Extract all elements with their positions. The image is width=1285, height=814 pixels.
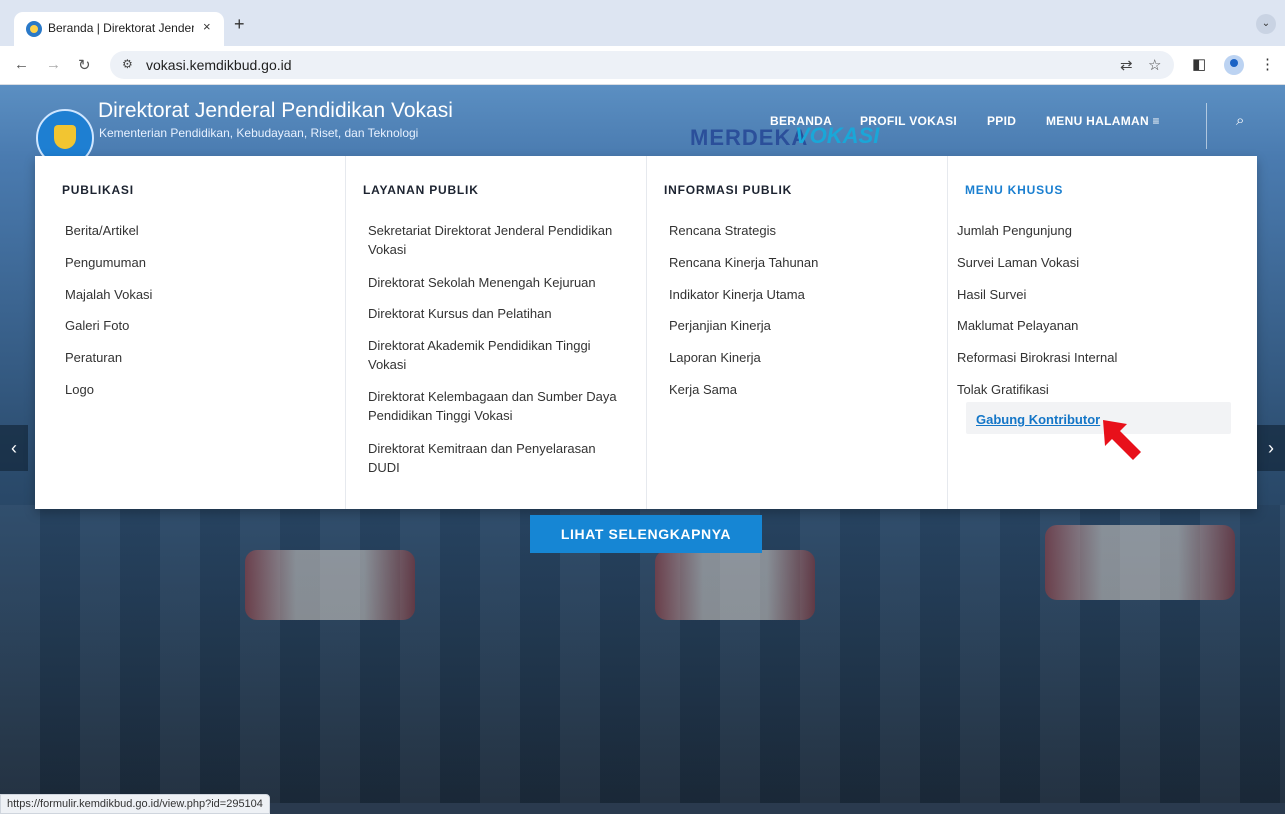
browser-tab-strip: Beranda | Direktorat Jenderal × + ⌄: [0, 0, 1285, 46]
menu-item-galeri[interactable]: Galeri Foto: [65, 316, 129, 335]
menu-item-laporan[interactable]: Laporan Kinerja: [669, 348, 761, 367]
nav-beranda[interactable]: BERANDA: [770, 114, 832, 128]
menu-item-pengumuman[interactable]: Pengumuman: [65, 253, 146, 272]
nav-menu-halaman[interactable]: MENU HALAMAN ≡: [1046, 114, 1160, 128]
hero-image-drum: [245, 550, 415, 620]
sidepanel-icon[interactable]: ◧: [1192, 55, 1206, 73]
tab-title: Beranda | Direktorat Jenderal: [48, 21, 194, 35]
hero-image-drum: [1045, 525, 1235, 600]
menu-item-kerjasama[interactable]: Kerja Sama: [669, 380, 737, 399]
page-viewport: Direktorat Jenderal Pendidikan Vokasi Ke…: [0, 85, 1285, 803]
menu-item-logo[interactable]: Logo: [65, 380, 94, 399]
url-text: vokasi.kemdikbud.go.id: [146, 57, 292, 73]
menu-item-maklumat[interactable]: Maklumat Pelayanan: [957, 316, 1078, 335]
menu-item-kemitraan[interactable]: Direktorat Kemitraan dan Penyelarasan DU…: [368, 439, 623, 477]
slider-next-icon[interactable]: ›: [1257, 425, 1285, 471]
slider-prev-icon[interactable]: ‹: [0, 425, 28, 471]
nav-divider: [1206, 103, 1207, 149]
menu-item-berita[interactable]: Berita/Artikel: [65, 221, 139, 240]
translate-icon[interactable]: ⇄: [1120, 56, 1133, 74]
tab-close-icon[interactable]: ×: [203, 19, 211, 34]
menu-item-hasil-survei[interactable]: Hasil Survei: [957, 285, 1026, 304]
column-divider: [646, 156, 647, 509]
hero-image-drum: [655, 550, 815, 620]
menu-item-reformasi[interactable]: Reformasi Birokrasi Internal: [957, 348, 1117, 367]
nav-profil-vokasi[interactable]: PROFIL VOKASI: [860, 114, 957, 128]
menu-heading-informasi: INFORMASI PUBLIK: [664, 183, 793, 197]
lihat-selengkapnya-button[interactable]: LIHAT SELENGKAPNYA: [530, 515, 762, 553]
menu-heading-khusus: MENU KHUSUS: [965, 183, 1064, 197]
column-divider: [947, 156, 948, 509]
red-arrow-icon: [1103, 420, 1141, 460]
nav-ppid[interactable]: PPID: [987, 114, 1016, 128]
menu-item-kelembagaan[interactable]: Direktorat Kelembagaan dan Sumber Daya P…: [368, 387, 623, 425]
menu-item-kursus[interactable]: Direktorat Kursus dan Pelatihan: [368, 304, 623, 323]
link-status-bar: https://formulir.kemdikbud.go.id/view.ph…: [0, 794, 270, 814]
menu-heading-layanan: LAYANAN PUBLIK: [363, 183, 479, 197]
new-tab-icon[interactable]: +: [234, 14, 245, 35]
banner-text: MERDEKA: [690, 125, 809, 150]
browser-tab[interactable]: Beranda | Direktorat Jenderal ×: [14, 12, 224, 46]
menu-item-renstra[interactable]: Rencana Strategis: [669, 221, 776, 240]
site-title[interactable]: Direktorat Jenderal Pendidikan Vokasi: [98, 99, 453, 123]
menu-item-gratifikasi[interactable]: Tolak Gratifikasi: [957, 380, 1049, 399]
menu-item-gabung-kontributor[interactable]: Gabung Kontributor: [976, 412, 1100, 427]
back-icon[interactable]: ←: [14, 56, 29, 73]
menu-item-rkt[interactable]: Rencana Kinerja Tahunan: [669, 253, 818, 272]
reload-icon[interactable]: ↻: [78, 56, 91, 74]
menu-item-smk[interactable]: Direktorat Sekolah Menengah Kejuruan: [368, 273, 623, 292]
menu-item-peraturan[interactable]: Peraturan: [65, 348, 122, 367]
profile-icon[interactable]: [1224, 55, 1244, 75]
site-info-icon[interactable]: ⚙: [122, 57, 133, 71]
browser-toolbar: ← → ↻ ⚙ vokasi.kemdikbud.go.id ⇄ ☆ ◧ ⋮: [0, 46, 1285, 85]
forward-icon[interactable]: →: [46, 56, 61, 73]
menu-item-majalah[interactable]: Majalah Vokasi: [65, 285, 152, 304]
menu-item-survei-laman[interactable]: Survei Laman Vokasi: [957, 253, 1079, 272]
star-icon[interactable]: ☆: [1148, 56, 1161, 74]
mega-menu: PUBLIKASI Berita/Artikel Pengumuman Maja…: [35, 156, 1257, 509]
menu-item-sekretariat[interactable]: Sekretariat Direktorat Jenderal Pendidik…: [368, 221, 623, 259]
site-subtitle: Kementerian Pendidikan, Kebudayaan, Rise…: [99, 126, 419, 140]
menu-heading-publikasi: PUBLIKASI: [62, 183, 134, 197]
site-favicon-icon: [26, 21, 42, 37]
menu-item-pengunjung[interactable]: Jumlah Pengunjung: [957, 221, 1072, 240]
menu-item-perjanjian[interactable]: Perjanjian Kinerja: [669, 316, 771, 335]
search-icon[interactable]: ⌕: [1236, 112, 1244, 129]
menu-item-iku[interactable]: Indikator Kinerja Utama: [669, 285, 805, 304]
column-divider: [345, 156, 346, 509]
address-bar[interactable]: ⚙ vokasi.kemdikbud.go.id ⇄ ☆: [110, 51, 1174, 79]
more-icon[interactable]: ⋮: [1260, 55, 1275, 73]
menu-item-akademik[interactable]: Direktorat Akademik Pendidikan Tinggi Vo…: [368, 336, 623, 374]
tab-search-icon[interactable]: ⌄: [1256, 14, 1276, 34]
